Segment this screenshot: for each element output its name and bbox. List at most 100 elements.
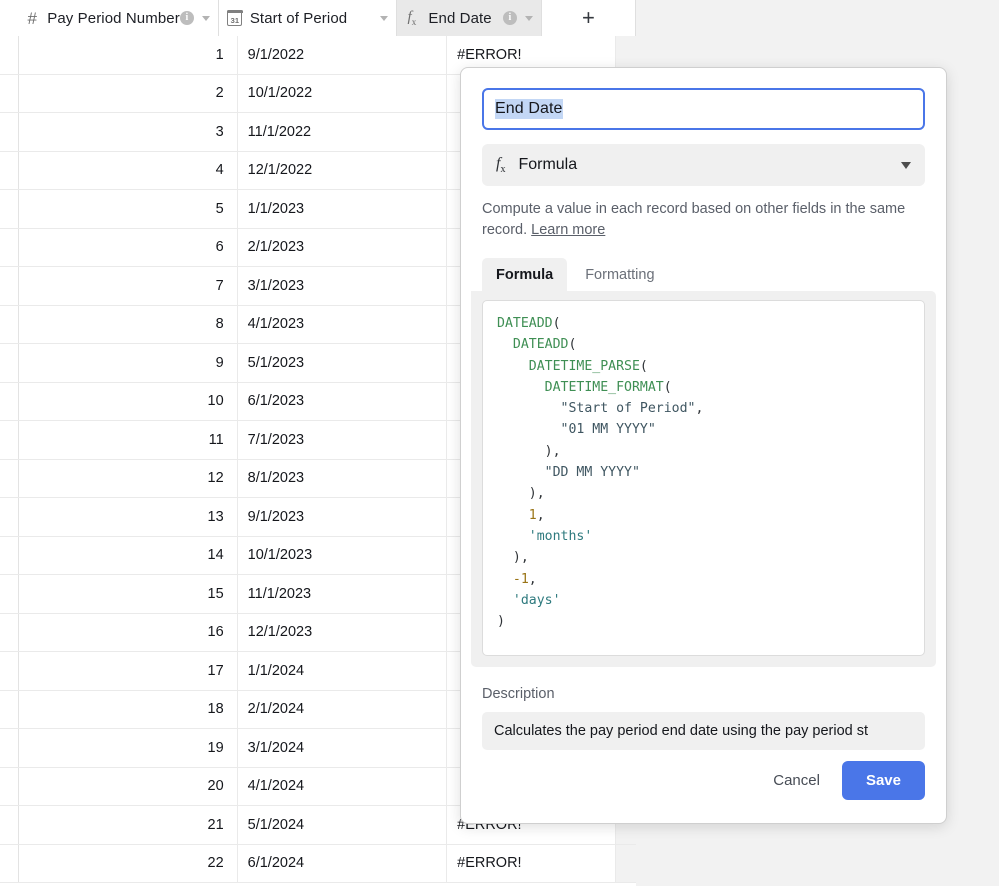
cell-start-of-period[interactable]: 4/1/2024	[238, 767, 448, 805]
cell-pay-period-number[interactable]: 22	[19, 844, 238, 882]
row-gutter-cell[interactable]	[0, 536, 20, 574]
row-gutter-cell[interactable]	[0, 498, 20, 536]
formula-line: "DD MM YYYY"	[497, 465, 640, 481]
formula-line: 'days'	[497, 592, 561, 608]
cell-pay-period-number[interactable]: 17	[19, 652, 238, 690]
cell-pay-period-number[interactable]: 7	[19, 267, 238, 305]
chevron-down-icon[interactable]	[380, 15, 389, 21]
cell-pay-period-number[interactable]: 1	[19, 36, 238, 74]
cell-pay-period-number[interactable]: 10	[19, 382, 238, 420]
row-gutter-cell[interactable]	[0, 729, 20, 767]
cell-start-of-period[interactable]: 2/1/2023	[238, 228, 448, 266]
cell-pay-period-number[interactable]: 12	[19, 459, 238, 497]
save-button[interactable]: Save	[841, 761, 925, 800]
formula-line: DATEADD(	[497, 316, 561, 331]
cell-start-of-period[interactable]: 7/1/2023	[238, 421, 448, 459]
chevron-down-icon[interactable]	[201, 15, 210, 21]
row-gutter-cell[interactable]	[0, 421, 20, 459]
cell-start-of-period[interactable]: 1/1/2024	[238, 652, 448, 690]
cell-pay-period-number[interactable]: 16	[19, 613, 238, 651]
row-gutter-cell[interactable]	[0, 459, 20, 497]
cell-pay-period-number[interactable]: 8	[19, 305, 238, 343]
column-header-pay-period-number[interactable]: # Pay Period Number i	[16, 0, 219, 36]
cell-start-of-period[interactable]: 5/1/2023	[238, 344, 448, 382]
cell-pay-period-number[interactable]: 13	[19, 498, 238, 536]
cell-start-of-period[interactable]: 1/1/2023	[238, 190, 448, 228]
cell-start-of-period[interactable]: 6/1/2023	[238, 382, 448, 420]
cell-start-of-period[interactable]: 10/1/2022	[238, 74, 448, 112]
cell-pay-period-number[interactable]: 9	[19, 344, 238, 382]
cell-pay-period-number[interactable]: 18	[19, 690, 238, 728]
chevron-down-icon[interactable]	[901, 161, 911, 169]
table-row[interactable]: 22 6/1/2024 #ERROR!	[0, 844, 636, 883]
formula-line: 'months'	[497, 528, 593, 544]
formula-line: DATETIME_FORMAT(	[497, 379, 672, 395]
cell-start-of-period[interactable]: 11/1/2022	[238, 113, 448, 151]
grid-header-row: # Pay Period Number i 31 Start of Period…	[0, 0, 636, 36]
cell-start-of-period[interactable]: 3/1/2023	[238, 267, 448, 305]
cell-start-of-period[interactable]: 11/1/2023	[238, 575, 448, 613]
row-gutter-cell[interactable]	[0, 344, 20, 382]
column-header-start-of-period[interactable]: 31 Start of Period	[218, 0, 398, 36]
cell-start-of-period[interactable]: 4/1/2023	[238, 305, 448, 343]
column-header-end-date[interactable]: fx End Date i	[397, 0, 542, 36]
formula-line: ),	[497, 550, 529, 566]
cell-pay-period-number[interactable]: 14	[19, 536, 238, 574]
row-gutter-cell[interactable]	[0, 305, 20, 343]
row-gutter-cell[interactable]	[0, 113, 20, 151]
description-input[interactable]	[482, 712, 925, 750]
cell-start-of-period[interactable]: 9/1/2022	[238, 36, 448, 74]
row-gutter-cell[interactable]	[0, 806, 20, 844]
calendar-icon: 31	[226, 9, 243, 26]
formula-line: 1,	[497, 507, 545, 523]
cell-start-of-period[interactable]: 10/1/2023	[238, 536, 448, 574]
formula-editor[interactable]: DATEADD( DATEADD( DATETIME_PARSE( DATETI…	[482, 300, 925, 656]
row-gutter-cell[interactable]	[0, 844, 20, 882]
formula-line: "Start of Period",	[497, 401, 704, 417]
dialog-top-section: End Date fx Formula Compute a value in e…	[461, 68, 946, 241]
cell-start-of-period[interactable]: 9/1/2023	[238, 498, 448, 536]
field-type-select[interactable]: fx Formula	[482, 144, 925, 186]
row-gutter-cell[interactable]	[0, 575, 20, 613]
row-gutter-cell[interactable]	[0, 613, 20, 651]
row-gutter-cell[interactable]	[0, 74, 20, 112]
tab-formula[interactable]: Formula	[482, 258, 568, 291]
row-gutter-cell[interactable]	[0, 151, 20, 189]
cell-start-of-period[interactable]: 6/1/2024	[238, 844, 448, 882]
row-gutter-cell[interactable]	[0, 190, 20, 228]
row-gutter-cell[interactable]	[0, 228, 20, 266]
cell-pay-period-number[interactable]: 3	[19, 113, 238, 151]
cell-pay-period-number[interactable]: 20	[19, 767, 238, 805]
cell-pay-period-number[interactable]: 4	[19, 151, 238, 189]
add-field-button[interactable]: +	[541, 0, 636, 36]
row-gutter-cell[interactable]	[0, 36, 20, 74]
row-gutter-cell[interactable]	[0, 267, 20, 305]
cancel-button[interactable]: Cancel	[759, 762, 834, 799]
field-name-input[interactable]	[482, 88, 925, 130]
cell-pay-period-number[interactable]: 5	[19, 190, 238, 228]
row-gutter-cell[interactable]	[0, 382, 20, 420]
row-gutter-cell[interactable]	[0, 652, 20, 690]
cell-start-of-period[interactable]: 3/1/2024	[238, 729, 448, 767]
chevron-down-icon[interactable]	[524, 15, 533, 21]
tab-formatting[interactable]: Formatting	[571, 258, 668, 291]
cell-pay-period-number[interactable]: 19	[19, 729, 238, 767]
row-gutter-cell[interactable]	[0, 690, 20, 728]
cell-pay-period-number[interactable]: 15	[19, 575, 238, 613]
cell-pay-period-number[interactable]: 2	[19, 74, 238, 112]
cell-end-date[interactable]: #ERROR!	[447, 844, 616, 882]
cell-pay-period-number[interactable]: 21	[19, 806, 238, 844]
info-icon[interactable]: i	[179, 11, 194, 25]
learn-more-link[interactable]: Learn more	[531, 222, 605, 238]
cell-start-of-period[interactable]: 8/1/2023	[238, 459, 448, 497]
cell-start-of-period[interactable]: 12/1/2022	[238, 151, 448, 189]
info-icon[interactable]: i	[502, 11, 517, 25]
cell-start-of-period[interactable]: 2/1/2024	[238, 690, 448, 728]
row-gutter-cell[interactable]	[0, 767, 20, 805]
formula-line: -1,	[497, 571, 537, 587]
cell-start-of-period[interactable]: 5/1/2024	[238, 806, 448, 844]
cell-pay-period-number[interactable]: 6	[19, 228, 238, 266]
cell-start-of-period[interactable]: 12/1/2023	[238, 613, 448, 651]
cell-pay-period-number[interactable]: 11	[19, 421, 238, 459]
dialog-tabs: Formula Formatting	[461, 258, 946, 291]
